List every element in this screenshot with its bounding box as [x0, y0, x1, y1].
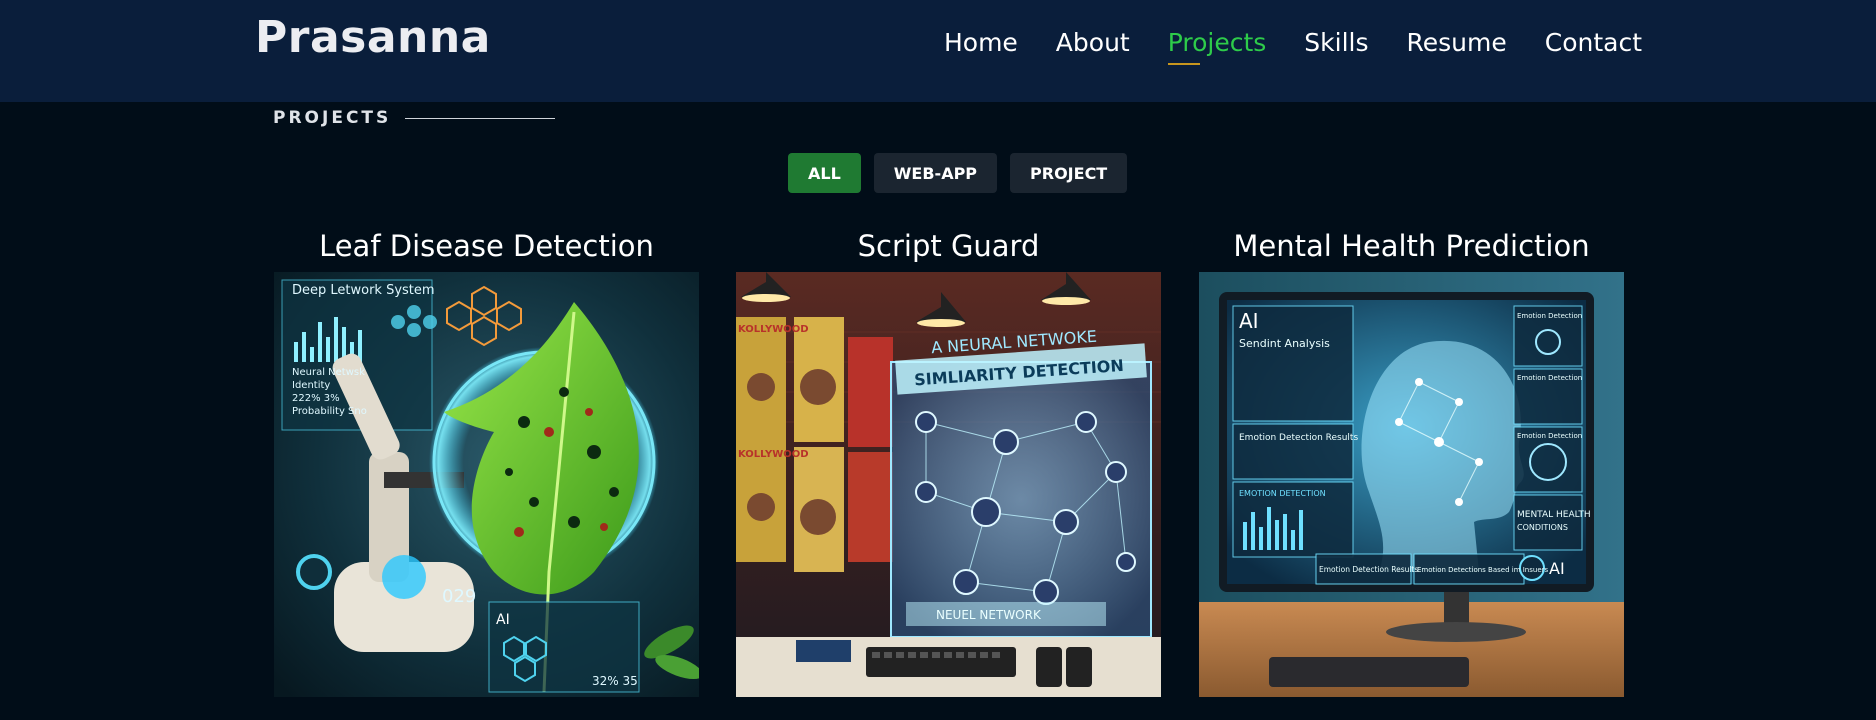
image-readout: 029	[442, 586, 476, 607]
project-image-script-guard[interactable]: KOLLYWOOD KOLLYWOOD A NEURAL NETWOKE SIM…	[736, 272, 1161, 697]
image-poster-label: KOLLYWOOD	[738, 449, 809, 460]
image-ai-label: AI	[496, 612, 510, 628]
image-emotion-results: Emotion Detection Results	[1239, 433, 1358, 443]
image-ai-badge: AI	[1549, 559, 1565, 578]
image-bottom-label: Emotion Detections Based im Insuers	[1417, 566, 1549, 574]
image-panel-line: Probability Sno	[292, 406, 367, 417]
image-panel-line: 222% 3%	[292, 393, 340, 404]
nav-about[interactable]: About	[1056, 28, 1130, 67]
main-nav: Home About Projects Skills Resume Contac…	[944, 28, 1642, 67]
section-divider	[405, 117, 556, 119]
image-panel-title: Deep Letwork System	[292, 283, 435, 298]
nav-home[interactable]: Home	[944, 28, 1018, 67]
image-ai-label: AI	[1239, 309, 1259, 333]
image-side-label: Emotion Detection	[1517, 374, 1582, 382]
section-title: PROJECTS	[273, 108, 392, 128]
image-banner-bottom: NEUEL NETWORK	[936, 608, 1042, 622]
project-filters: ALL WEB-APP PROJECT	[788, 153, 1128, 193]
section-heading: PROJECTS	[273, 108, 556, 128]
image-bottom-label: Emotion Detection Results	[1319, 565, 1418, 574]
image-poster-label: KOLLYWOOD	[738, 324, 809, 335]
nav-resume[interactable]: Resume	[1407, 28, 1507, 67]
filter-project-button[interactable]: PROJECT	[1010, 153, 1128, 193]
image-percent: 32% 35	[592, 674, 638, 688]
filter-all-button[interactable]: ALL	[788, 153, 861, 193]
nav-projects[interactable]: Projects	[1167, 28, 1266, 67]
project-card-script-guard: Script Guard KOLLYWOOD KOLLYWOOD A NEURA…	[736, 224, 1161, 697]
project-title[interactable]: Leaf Disease Detection	[319, 224, 654, 268]
site-header: Prasanna Home About Projects Skills Resu…	[0, 0, 1876, 102]
nav-skills[interactable]: Skills	[1304, 28, 1368, 67]
project-title[interactable]: Script Guard	[858, 224, 1040, 268]
project-title[interactable]: Mental Health Prediction	[1233, 224, 1589, 268]
image-panel-line: Identity	[292, 380, 330, 391]
image-emotion-detection: EMOTION DETECTION	[1239, 489, 1326, 498]
image-side-label: Emotion Detection	[1517, 312, 1582, 320]
nav-contact[interactable]: Contact	[1545, 28, 1642, 67]
image-mental-health: MENTAL HEALTH	[1517, 510, 1591, 520]
filter-web-app-button[interactable]: WEB-APP	[873, 153, 998, 193]
project-card-mental-health: Mental Health Prediction AI Sendint Anal…	[1199, 224, 1624, 697]
image-sentiment: Sendint Analysis	[1239, 337, 1330, 350]
image-side-label: Emotion Detection	[1517, 432, 1582, 440]
image-conditions: CONDITIONS	[1517, 523, 1568, 532]
project-image-mental-health[interactable]: AI Sendint Analysis Emotion Detection Re…	[1199, 272, 1624, 697]
project-image-leaf-disease[interactable]: Deep Letwork System Neural Netwsk Identi…	[274, 272, 699, 697]
site-logo[interactable]: Prasanna	[255, 12, 491, 63]
image-panel-line: Neural Netwsk	[292, 367, 365, 378]
project-card-leaf-disease: Leaf Disease Detection Deep Letwork Syst…	[274, 224, 699, 697]
